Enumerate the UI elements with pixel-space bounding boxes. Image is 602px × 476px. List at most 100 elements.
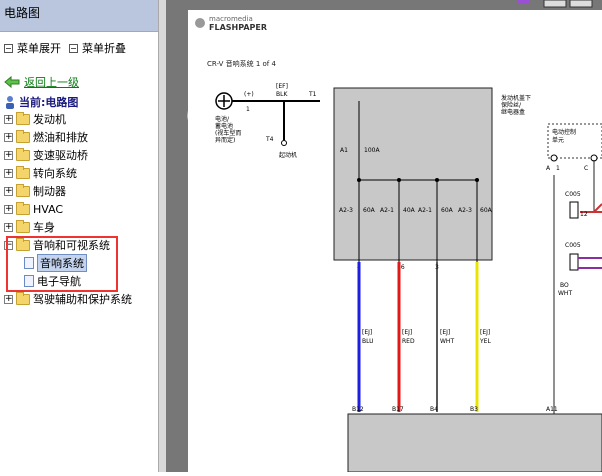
macromedia-logo-icon: [195, 18, 205, 28]
engine-box-label: 发动机盖下: [501, 94, 531, 102]
svg-text:A2-3: A2-3: [339, 207, 353, 214]
plus-icon[interactable]: +: [4, 294, 13, 304]
menu-collapse-label: 菜单折叠: [82, 42, 126, 55]
expand-icon: [4, 43, 13, 53]
starter-label: 起动机: [279, 151, 297, 159]
svg-text:B12: B12: [352, 406, 364, 413]
toolbar-button[interactable]: [569, 0, 593, 8]
svg-text:A2-1: A2-1: [418, 207, 432, 214]
tree-label: 车身: [33, 221, 55, 234]
svg-text:12: 12: [580, 211, 588, 218]
svg-text:A11: A11: [546, 406, 558, 413]
t1-label: T1: [308, 91, 317, 98]
svg-text:C: C: [584, 165, 588, 172]
ef-label: [EF]: [276, 83, 288, 90]
a1-label: A1: [340, 147, 348, 154]
folder-icon: [16, 129, 30, 143]
tree-label: 驾驶辅助和保护系统: [33, 293, 132, 306]
svg-text:YEL: YEL: [479, 338, 491, 345]
svg-text:(视车型而: (视车型而: [215, 129, 241, 137]
svg-text:继电器盒: 继电器盒: [501, 108, 525, 116]
svg-text:保险丝/: 保险丝/: [501, 101, 522, 109]
folder-icon: [16, 201, 30, 215]
tree-node-transaxle[interactable]: + 变速驱动桥: [4, 146, 132, 164]
toolbar-button[interactable]: [518, 0, 530, 4]
logo-bottom: FLASHPAPER: [209, 23, 267, 32]
plus-icon[interactable]: +: [4, 132, 13, 142]
svg-text:40A: 40A: [403, 207, 416, 214]
svg-text:C005: C005: [565, 242, 581, 249]
menu-collapse-button[interactable]: 菜单折叠: [69, 40, 126, 56]
svg-text:A2-1: A2-1: [380, 207, 394, 214]
tree-label: HVAC: [33, 202, 64, 216]
svg-text:BLU: BLU: [362, 338, 374, 345]
highlight-box: [6, 236, 118, 292]
svg-text:BO: BO: [560, 282, 569, 289]
tree-label: 燃油和排放: [33, 131, 88, 144]
folder-icon: [16, 165, 30, 179]
back-arrow-icon[interactable]: [4, 76, 20, 88]
plus-icon[interactable]: +: [4, 222, 13, 232]
tree-node-brakes[interactable]: + 制动器: [4, 182, 132, 200]
t4-label: T4: [265, 136, 274, 143]
doc-header: CR-V 音响系统 1 of 4: [207, 59, 276, 68]
svg-text:[EJ]: [EJ]: [440, 329, 450, 336]
plus-icon[interactable]: +: [4, 204, 13, 214]
tree-node-hvac[interactable]: + HVAC: [4, 200, 132, 218]
fuse-box: [333, 87, 493, 261]
plus-icon[interactable]: +: [4, 114, 13, 124]
tree-label: 变速驱动桥: [33, 149, 88, 162]
one-label: 1: [246, 106, 250, 113]
flashpaper-page: macromedia FLASHPAPER CR-V 音响系统 1 of 4 (…: [188, 10, 602, 473]
fuse100-label: 100A: [364, 147, 380, 154]
collapse-icon: [69, 43, 78, 53]
tree-node-body[interactable]: + 车身: [4, 218, 132, 236]
toolbar-button[interactable]: [543, 0, 567, 8]
splitter[interactable]: [158, 0, 166, 472]
tree-node-engine[interactable]: + 发动机: [4, 110, 132, 128]
svg-text:蓄电池: 蓄电池: [215, 122, 233, 130]
svg-text:WHT: WHT: [440, 338, 454, 345]
svg-text:[EJ]: [EJ]: [480, 329, 490, 336]
svg-text:C005: C005: [565, 191, 581, 198]
svg-text:[EJ]: [EJ]: [362, 329, 372, 336]
svg-text:[EJ]: [EJ]: [402, 329, 412, 336]
tree-node-fuel[interactable]: + 燃油和排放: [4, 128, 132, 146]
logo-top: macromedia: [209, 15, 253, 23]
svg-text:B3: B3: [470, 406, 478, 413]
tree-label: 转向系统: [33, 167, 77, 180]
folder-icon: [16, 291, 30, 305]
sidebar-title: 电路图: [4, 6, 41, 20]
plus-icon[interactable]: +: [4, 186, 13, 196]
svg-text:60A: 60A: [363, 207, 376, 214]
svg-text:B17: B17: [392, 406, 404, 413]
folder-icon: [16, 147, 30, 161]
tree-label: 发动机: [33, 113, 66, 126]
svg-text:异而定): 异而定): [215, 136, 235, 144]
svg-text:单元: 单元: [552, 136, 564, 144]
svg-text:60A: 60A: [480, 207, 493, 214]
tree-node-driver-assist[interactable]: + 驾驶辅助和保护系统: [4, 290, 132, 308]
user-icon: [6, 96, 14, 109]
folder-icon: [16, 219, 30, 233]
svg-text:60A: 60A: [441, 207, 454, 214]
menu-expand-button[interactable]: 菜单展开: [4, 40, 61, 56]
sidebar-header: 电路图: [0, 0, 158, 32]
menu-expand-label: 菜单展开: [17, 42, 61, 55]
battery-label: 电池/: [215, 115, 230, 123]
blk-label: BLK: [276, 91, 288, 98]
menu-row: 菜单展开 菜单折叠: [4, 40, 126, 56]
folder-icon: [16, 111, 30, 125]
audio-unit-box: [347, 413, 602, 473]
tree-node-steering[interactable]: + 转向系统: [4, 164, 132, 182]
ecu-label: 电动控制: [552, 128, 576, 136]
tree-label: 制动器: [33, 185, 66, 198]
plus-icon[interactable]: +: [4, 150, 13, 160]
svg-text:1: 1: [556, 165, 560, 172]
current-label: 当前:电路图: [19, 96, 79, 109]
sidebar: 电路图 菜单展开 菜单折叠 返回上一级 当前:电路图 + 发动机 + 燃油和排放 +…: [0, 0, 158, 472]
current-location: 当前:电路图: [4, 94, 78, 110]
back-link[interactable]: 返回上一级: [24, 74, 79, 90]
plus-icon[interactable]: +: [4, 168, 13, 178]
back-row: 返回上一级: [4, 74, 79, 90]
